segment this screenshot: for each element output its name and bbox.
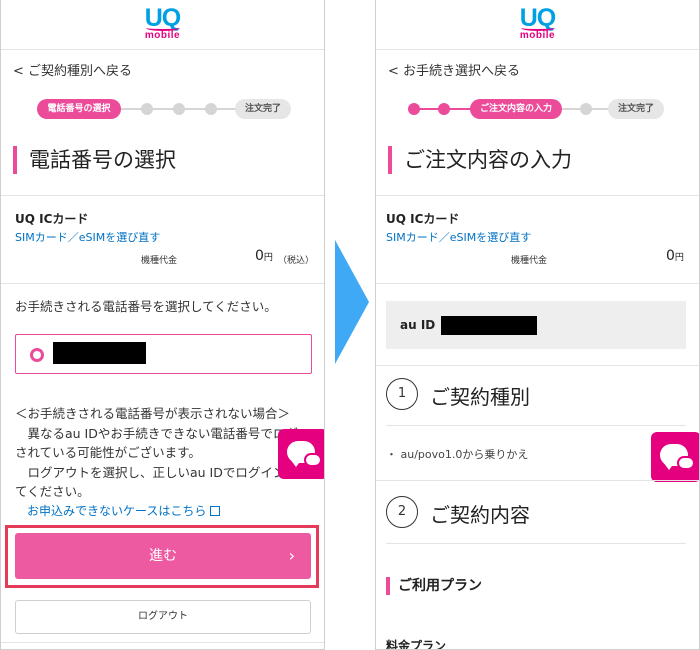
redacted-phone-number [53, 342, 146, 364]
step-number-1: 1 [386, 378, 418, 410]
price-value: 0円 [255, 248, 273, 264]
right-screen: UQ mobile < お手続き選択へ戻る ご注文内容の入力 注文完了 ご注文内… [375, 0, 700, 650]
uq-mobile-logo: UQ mobile [376, 0, 699, 50]
chat-button[interactable] [651, 432, 699, 482]
step-dot-done [408, 103, 420, 115]
step-dot [141, 103, 153, 115]
right-arrow-icon [335, 240, 369, 364]
product-name: UQ ICカード [15, 212, 89, 226]
left-screen: UQ mobile < ご契約種別へ戻る 電話番号の選択 注文完了 電話番号の選… [0, 0, 325, 650]
reselect-sim-link[interactable]: SIMカード／eSIMを選び直す [386, 229, 531, 245]
phone-number-option[interactable] [15, 334, 312, 374]
divider [376, 480, 699, 481]
page-title: ご注文内容の入力 [388, 146, 572, 174]
proceed-button[interactable]: 進む › [15, 533, 311, 579]
progress-steps: ご注文内容の入力 注文完了 [406, 99, 664, 119]
notice-line-2: 異なるau IDやお手続きできない電話番号でログ [15, 426, 298, 441]
reselect-sim-link[interactable]: SIMカード／eSIMを選び直す [15, 229, 160, 245]
contract-details-heading: ご契約内容 [430, 503, 530, 527]
product-name: UQ ICカード [386, 212, 460, 226]
tax-note: （税込） [278, 256, 315, 266]
chat-bubble-small [677, 456, 695, 470]
step-number-2: 2 [386, 496, 418, 528]
step-last: 注文完了 [235, 99, 291, 119]
logo-mobile-text: mobile [519, 30, 556, 41]
radio-button[interactable] [30, 348, 44, 362]
proceed-label: 進む [149, 548, 177, 564]
divider [1, 642, 324, 643]
logout-button[interactable]: ログアウト [15, 600, 311, 634]
step-last: 注文完了 [608, 99, 664, 119]
divider [376, 195, 699, 196]
price-number: 0 [666, 248, 675, 264]
au-id-label: au ID [400, 318, 436, 332]
step-dot [580, 103, 592, 115]
external-link-icon [210, 506, 221, 516]
price-label: 機種代金 [511, 256, 548, 266]
logo-mobile-text: mobile [144, 30, 181, 41]
price-unit: 円 [263, 253, 273, 263]
chat-button[interactable] [278, 429, 324, 479]
chat-bubble-tail [663, 462, 675, 470]
price-unit: 円 [674, 253, 684, 263]
back-link[interactable]: < ご契約種別へ戻る [13, 60, 132, 79]
notice-line-5: てください。 [15, 484, 90, 499]
back-link[interactable]: < お手続き選択へ戻る [388, 60, 520, 79]
step-current: ご注文内容の入力 [470, 99, 562, 119]
cannot-apply-link-label: お申込みできないケースはこちら [27, 504, 207, 518]
contract-type-heading: ご契約種別 [430, 385, 530, 409]
divider [386, 425, 686, 426]
notice-line-3: されている可能性がございます。 [15, 445, 201, 460]
instruction-text: お手続きされる電話番号を選択してください。 [15, 299, 277, 314]
price-value: 0円 [666, 248, 684, 264]
price-number: 0 [255, 248, 264, 264]
page-title: 電話番号の選択 [13, 146, 176, 174]
step-dot-done [438, 103, 450, 115]
rate-plan-heading-cut: 料金プラン [386, 639, 447, 650]
price-label: 機種代金 [141, 256, 178, 266]
divider [386, 543, 686, 544]
divider [1, 283, 324, 284]
chat-bubble-tail [290, 459, 302, 467]
notice-line-4: ログアウトを選択し、正しいau IDでログインし直 [15, 465, 311, 480]
uq-mobile-logo: UQ mobile [1, 0, 324, 50]
step-dot [173, 103, 185, 115]
cannot-apply-link[interactable]: お申込みできないケースはこちら [27, 502, 221, 519]
divider [1, 195, 324, 196]
notice-line-1: ＜お手続きされる電話番号が表示されない場合＞ [15, 406, 291, 421]
progress-steps: 電話番号の選択 注文完了 [37, 99, 293, 119]
contract-type-value: ・ au/povo1.0から乗りかえ [386, 448, 529, 461]
redacted-au-id [441, 316, 537, 335]
divider [376, 283, 699, 284]
divider [376, 365, 699, 366]
step-current: 電話番号の選択 [37, 99, 121, 119]
chevron-right-icon: › [288, 546, 295, 565]
plan-heading: ご利用プラン [386, 577, 482, 595]
chat-bubble-small [304, 453, 322, 467]
step-dot [205, 103, 217, 115]
au-id-box: au ID [386, 301, 686, 349]
